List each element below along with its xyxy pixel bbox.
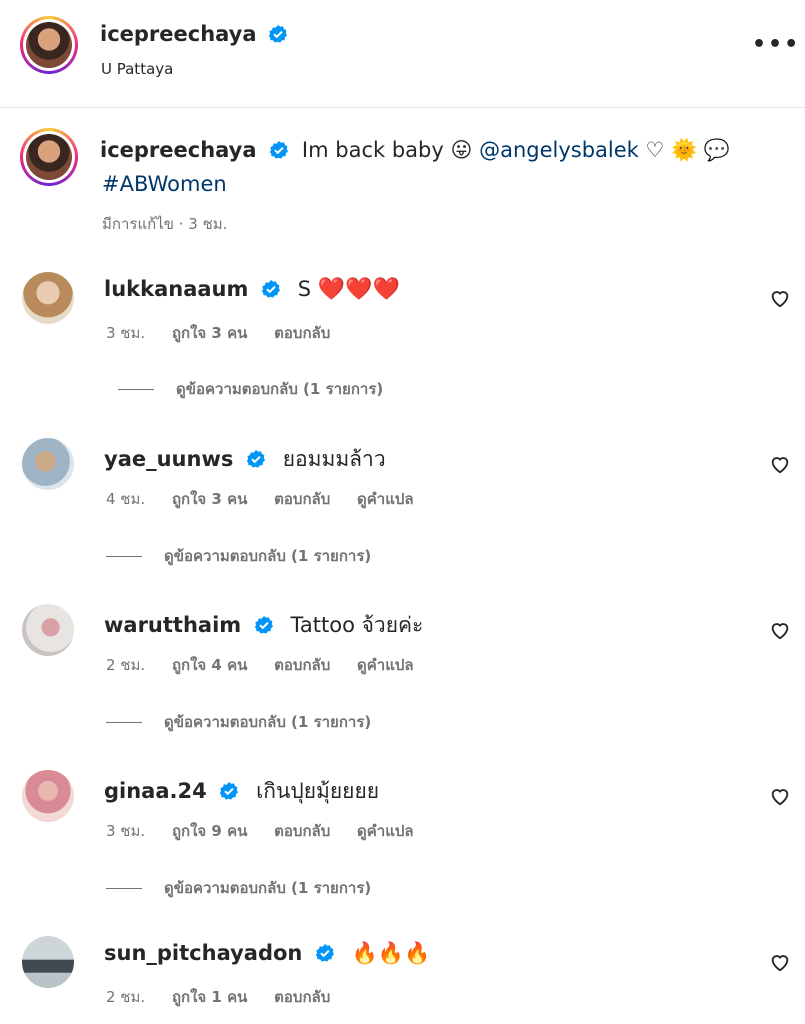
like-comment-heart-icon[interactable] [769,951,791,973]
caption-trailing-emoji: ♡ 🌞 💬 [645,138,730,162]
view-replies-button[interactable]: ดูข้อความตอบกลับ (1 รายการ) [106,544,371,568]
more-options-button[interactable]: ••• [752,34,798,58]
comment-likes[interactable]: ถูกใจ 3 คน [172,490,247,508]
comment-username[interactable]: yae_uunws [104,447,233,471]
comment-meta: 4 ชม. ถูกใจ 3 คน ตอบกลับ ดูคำแปล [106,487,436,511]
comment-likes[interactable]: ถูกใจ 9 คน [172,822,247,840]
comment-time[interactable]: 4 ชม. [106,490,145,508]
view-replies-label: ดูข้อความตอบกลับ (1 รายการ) [164,547,372,565]
view-replies-label: ดูข้อความตอบกลับ (1 รายการ) [176,380,384,398]
like-comment-heart-icon[interactable] [769,785,791,807]
comment-row: ginaa.24 เกินปุยมุ้ยยยย [104,775,379,808]
replies-divider [118,389,154,390]
replies-divider [106,722,142,723]
caption-text: Im back baby [301,138,444,162]
comment-emoji: ❤️❤️❤️ [317,277,400,302]
see-translation-button[interactable]: ดูคำแปล [357,656,414,674]
comment-meta: 3 ชม. ถูกใจ 3 คน ตอบกลับ [106,321,352,345]
caption-username[interactable]: icepreechaya [100,138,257,162]
replies-divider [106,556,142,557]
comment-meta: 2 ชม. ถูกใจ 4 คน ตอบกลับ ดูคำแปล [106,653,436,677]
comment-time[interactable]: 2 ชม. [106,988,145,1006]
comment-text: S [297,277,312,301]
comment-emoji: 🔥🔥🔥 [351,941,431,965]
comment-username[interactable]: warutthaim [104,613,241,637]
caption-mention-link[interactable]: @angelysbalek [479,138,639,162]
comment-row: warutthaim Tattoo จ้วยค่ะ [104,609,423,642]
verified-badge-icon [254,616,273,634]
comment-username[interactable]: ginaa.24 [104,779,207,803]
comment-avatar[interactable] [22,936,74,988]
see-translation-button[interactable]: ดูคำแปล [357,822,414,840]
comment-text: ยอมมมล้าว [282,447,386,471]
comment-row: sun_pitchayadon 🔥🔥🔥 [104,941,430,966]
like-comment-heart-icon[interactable] [769,453,791,475]
replies-divider [106,888,142,889]
caption-emoji: 😛 [450,138,473,162]
comment-likes[interactable]: ถูกใจ 4 คน [172,656,247,674]
caption-author-avatar[interactable] [20,128,78,186]
reply-button[interactable]: ตอบกลับ [274,656,330,674]
comment-likes[interactable]: ถูกใจ 3 คน [172,324,247,342]
see-translation-button[interactable]: ดูคำแปล [357,490,414,508]
verified-badge-icon [268,25,287,43]
verified-badge-icon [246,450,266,468]
comment-row: lukkanaaum S ❤️❤️❤️ [104,277,400,302]
comment-time[interactable]: 2 ชม. [106,656,145,674]
comment-text: เกินปุยมุ้ยยยย [256,779,380,803]
comment-meta: 2 ชม. ถูกใจ 1 คน ตอบกลับ [106,985,352,1009]
post-location[interactable]: U Pattaya [101,60,173,78]
caption-edited-meta: มีการแก้ไข · 3 ชม. [102,215,228,233]
comment-username[interactable]: lukkanaaum [104,277,248,301]
like-comment-heart-icon[interactable] [769,287,791,309]
view-replies-label: ดูข้อความตอบกลับ (1 รายการ) [164,879,372,897]
verified-badge-icon [315,944,335,962]
comment-text: Tattoo จ้วยค่ะ [290,613,424,637]
header-divider [0,107,805,108]
post-author-avatar[interactable] [20,16,78,74]
view-replies-button[interactable]: ดูข้อความตอบกลับ (1 รายการ) [118,377,383,401]
view-replies-button[interactable]: ดูข้อความตอบกลับ (1 รายการ) [106,876,371,900]
reply-button[interactable]: ตอบกลับ [274,988,330,1006]
caption-hashtag-link[interactable]: #ABWomen [102,172,227,196]
post-author-username[interactable]: icepreechaya [100,22,288,46]
comment-avatar[interactable] [22,438,74,490]
view-replies-button[interactable]: ดูข้อความตอบกลับ (1 รายการ) [106,710,371,734]
caption-line: icepreechaya Im back baby 😛 @angelysbale… [100,138,730,163]
username-text[interactable]: icepreechaya [100,22,257,46]
view-replies-label: ดูข้อความตอบกลับ (1 รายการ) [164,713,372,731]
reply-button[interactable]: ตอบกลับ [274,324,330,342]
reply-button[interactable]: ตอบกลับ [274,490,330,508]
comment-avatar[interactable] [22,770,74,822]
comment-time[interactable]: 3 ชม. [106,324,145,342]
comment-meta: 3 ชม. ถูกใจ 9 คน ตอบกลับ ดูคำแปล [106,819,436,843]
comment-avatar[interactable] [22,604,74,656]
comment-avatar[interactable] [22,272,74,324]
like-comment-heart-icon[interactable] [769,619,791,641]
comment-username[interactable]: sun_pitchayadon [104,941,302,965]
verified-badge-icon [220,782,239,800]
verified-badge-icon [270,141,289,159]
comment-likes[interactable]: ถูกใจ 1 คน [172,988,247,1006]
reply-button[interactable]: ตอบกลับ [274,822,330,840]
verified-badge-icon [261,280,281,298]
comment-row: yae_uunws ยอมมมล้าว [104,443,386,476]
comment-time[interactable]: 3 ชม. [106,822,145,840]
